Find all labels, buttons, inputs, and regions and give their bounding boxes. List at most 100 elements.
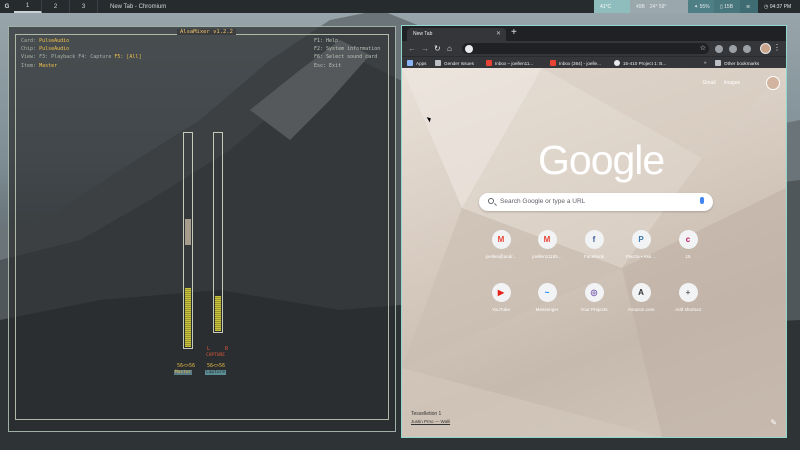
close-tab-icon[interactable]: ✕ — [496, 30, 501, 37]
workspace-2[interactable]: 2 — [42, 0, 70, 13]
forward-icon[interactable]: → — [421, 44, 429, 53]
wifi-icon[interactable]: ≋ — [740, 0, 758, 13]
extension-icon[interactable] — [729, 45, 737, 53]
workspace-3[interactable]: 3 — [70, 0, 98, 13]
chromium-window: New Tab ✕ + ← → ↻ ⌂ ☆ ⋮ Apps Gender Issu… — [401, 25, 787, 438]
shortcut-icon: ▶ — [491, 283, 511, 302]
alsamixer-frame — [15, 34, 389, 420]
background-attribution-author[interactable]: Justin Prno — Walli — [411, 419, 450, 424]
shortcut-tile[interactable]: ▶ YouTube — [480, 283, 522, 333]
search-box[interactable]: Search Google or type a URL — [479, 193, 713, 211]
browser-toolbar: ← → ↻ ⌂ ☆ ⋮ — [402, 41, 786, 56]
images-link[interactable]: Images — [724, 80, 740, 86]
shortcut-label: Piazza • Ask ... — [625, 254, 657, 259]
workspace-1[interactable]: 1 — [14, 0, 42, 13]
google-logo: Google — [538, 137, 665, 183]
new-tab-icon[interactable]: + — [511, 28, 517, 38]
bookmark-overflow-icon[interactable]: » — [704, 60, 707, 65]
bookmark-15-410[interactable]: 15-410 Project 1: B... — [614, 60, 666, 66]
shortcut-tile[interactable]: c 15 — [667, 230, 709, 280]
bookmarks-bar: Apps Gender Issues Inbox – joellen11... … — [402, 56, 786, 68]
bookmark-star-icon[interactable]: ☆ — [700, 44, 706, 53]
bookmark-apps[interactable]: Apps — [407, 60, 426, 66]
search-icon — [488, 198, 494, 204]
gmail-icon — [486, 60, 492, 66]
launcher-logo[interactable]: G — [0, 0, 14, 13]
shortcut-icon: P — [631, 230, 651, 249]
shortcut-label: Amazon.com — [627, 307, 655, 312]
ntp-top-links: Gmail Images — [703, 80, 740, 86]
shortcut-icon: + — [678, 283, 698, 302]
shortcut-icon: M — [491, 230, 511, 249]
shortcut-label: joellen11195... — [532, 254, 562, 259]
shortcut-tile[interactable]: P Piazza • Ask ... — [620, 230, 662, 280]
shortcut-label: Messenger — [535, 307, 559, 312]
bookmark-inbox-2[interactable]: Inbox (364) - joelle... — [550, 60, 601, 66]
new-tab-page: Gmail Images Google Search Google or typ… — [402, 68, 786, 437]
gmail-icon — [550, 60, 556, 66]
tab-strip: New Tab ✕ + — [402, 26, 786, 41]
bookmark-gender-issues[interactable]: Gender Issues — [435, 60, 474, 66]
back-icon[interactable]: ← — [408, 44, 416, 53]
memory-indicator: ▯ 15B — [714, 0, 740, 13]
capture-bar-fill — [215, 296, 221, 331]
ntp-account-avatar[interactable] — [766, 76, 780, 90]
bookmark-inbox-1[interactable]: Inbox – joellen11... — [486, 60, 533, 66]
google-icon — [465, 44, 473, 53]
shortcut-label: joellen@andr... — [485, 254, 517, 259]
shortcut-tile[interactable]: + Add shortcut — [667, 283, 709, 333]
shortcut-tile[interactable]: ◎ Your Projects — [573, 283, 615, 333]
background-attribution-title[interactable]: Tesselletion 1 — [411, 411, 441, 417]
shortcut-tile[interactable]: f Facebook — [573, 230, 615, 280]
shortcut-icon: A — [631, 283, 651, 302]
extension-cast-icon[interactable] — [743, 45, 751, 53]
alsamixer-info: Card: PulseAudio Chip: PulseAudio View: … — [21, 38, 142, 69]
master-bar-fill — [185, 288, 191, 347]
master-channel-name[interactable]: Master — [174, 370, 193, 375]
shortcut-icon: c — [678, 230, 698, 249]
load-indicator: 49B 24° 59° — [630, 0, 688, 13]
gmail-link[interactable]: Gmail — [703, 80, 716, 86]
address-bar[interactable]: ☆ — [462, 43, 709, 54]
alsamixer-terminal[interactable]: AlsaMixer v1.2.2 Card: PulseAudio Chip: … — [8, 26, 396, 432]
profile-avatar[interactable] — [760, 43, 771, 54]
capture-right-marker: R — [225, 346, 229, 352]
alsamixer-help: F1: Help F2: System information F6: Sele… — [314, 38, 381, 69]
home-icon[interactable]: ⌂ — [447, 44, 452, 53]
capture-volume-bar[interactable] — [213, 132, 223, 333]
master-volume-bar[interactable] — [183, 132, 193, 349]
globe-icon — [614, 60, 620, 66]
shortcut-label: Facebook — [583, 254, 605, 259]
shortcut-label: Add shortcut — [675, 307, 701, 312]
customize-pencil-icon[interactable]: ✎ — [770, 418, 777, 427]
reload-icon[interactable]: ↻ — [434, 44, 441, 53]
search-placeholder: Search Google or type a URL — [500, 198, 586, 205]
master-value: 56<>56 — [177, 363, 196, 369]
shortcut-icon: f — [584, 230, 604, 249]
shortcut-icon: ◎ — [584, 283, 604, 302]
shortcut-tile[interactable]: A Amazon.com — [620, 283, 662, 333]
top-status-bar: G 1 2 3 New Tab - Chromium 41°C 49B 24° 5… — [0, 0, 800, 13]
folder-icon — [435, 60, 441, 66]
shortcut-icon: ~ — [537, 283, 557, 302]
shortcut-tile[interactable]: ~ Messenger — [526, 283, 568, 333]
capture-label: CAPTURE — [206, 353, 225, 358]
master-bar-top — [185, 219, 191, 245]
capture-left-marker: L — [207, 346, 211, 352]
shortcut-tile[interactable]: Mjoellen@andr... — [480, 230, 522, 280]
shortcut-tile[interactable]: Mjoellen11195... — [526, 230, 568, 280]
capture-value: 56<>56 — [207, 363, 226, 369]
shortcut-label: Your Projects — [580, 307, 608, 312]
capture-channel-name[interactable]: Capture — [205, 370, 226, 375]
extension-camera-icon[interactable] — [715, 45, 723, 53]
shortcut-label: 15 — [685, 254, 691, 259]
cpu-indicator: ✦ 55% — [688, 0, 714, 13]
other-bookmarks[interactable]: Other bookmarks — [715, 60, 759, 66]
tab-new-tab[interactable]: New Tab ✕ — [407, 28, 506, 41]
shortcut-label: YouTube — [491, 307, 511, 312]
menu-kebab-icon[interactable]: ⋮ — [773, 43, 781, 53]
folder-icon — [715, 60, 721, 66]
alsamixer-title: AlsaMixer v1.2.2 — [177, 29, 236, 35]
microphone-icon[interactable] — [700, 197, 704, 204]
clock[interactable]: ◷ 04:37 PM — [758, 0, 800, 13]
